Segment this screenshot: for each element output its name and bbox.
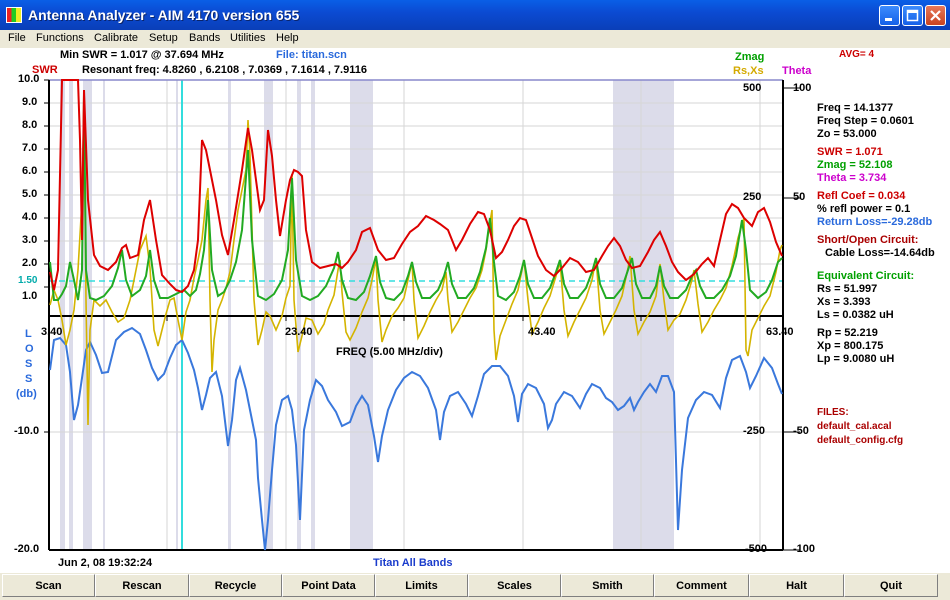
zmag-tick-label: 250 (743, 191, 762, 203)
avg-text: AVG= 4 (839, 49, 875, 60)
freq-step-readout: Freq Step = 0.0601 (817, 115, 914, 127)
scales-button[interactable]: Scales (468, 574, 561, 597)
freq-tick-label: 63.40 (766, 326, 794, 338)
resonant-freq-text: Resonant freq: 4.8260 , 6.2108 , 7.0369 … (82, 64, 367, 76)
swr-tick-label: 3.0 (22, 234, 38, 246)
menu-calibrate[interactable]: Calibrate (94, 32, 138, 44)
swr-tick-label: 2.0 (22, 257, 38, 269)
xp-readout: Xp = 800.175 (817, 340, 884, 352)
theta-tick-label: -100 (793, 543, 816, 555)
swr-tick-label: 8.0 (22, 119, 38, 131)
zmag-readout: Zmag = 52.108 (817, 159, 893, 171)
xs-readout: Xs = 3.393 (817, 296, 871, 308)
zmag-tick-label: 500 (743, 82, 762, 94)
menu-file[interactable]: File (8, 32, 26, 44)
loss-axis-letter: S (25, 373, 33, 385)
rsxs-legend: Rs,Xs (733, 65, 764, 77)
loss-axis-unit: (db) (16, 388, 37, 400)
point-data-button[interactable]: Point Data (282, 574, 375, 597)
menu-setup[interactable]: Setup (149, 32, 178, 44)
comment-button[interactable]: Comment (654, 574, 749, 597)
swr-limit-label: 1.50 (18, 275, 38, 286)
config-file-name: default_config.cfg (817, 435, 904, 446)
quit-button[interactable]: Quit (844, 574, 938, 597)
close-button[interactable] (925, 5, 946, 26)
band-name: Titan All Bands (373, 557, 453, 569)
freq-readout: Freq = 14.1377 (817, 102, 894, 114)
maximize-button[interactable] (902, 5, 923, 26)
theta-tick-label: 100 (793, 82, 812, 94)
swr-plot-canvas[interactable] (0, 48, 950, 573)
close-icon (930, 10, 941, 21)
equiv-circuit-heading: Equivalent Circuit: (817, 270, 915, 282)
button-bar: Scan Rescan Recycle Point Data Limits Sc… (0, 573, 950, 600)
return-loss-readout: Return Loss=-29.28db (817, 216, 933, 228)
zmag-tick-label: -500 (745, 543, 768, 555)
refl-coef-readout: Refl Coef = 0.034 (817, 190, 906, 202)
recycle-button[interactable]: Recycle (189, 574, 282, 597)
cal-file-name: default_cal.acal (817, 421, 892, 432)
minimize-icon (885, 18, 892, 21)
scan-date: Jun 2, 08 19:32:24 (58, 557, 153, 569)
menu-bands[interactable]: Bands (189, 32, 220, 44)
loss-tick-label: -10.0 (14, 425, 40, 437)
theta-legend: Theta (782, 65, 812, 77)
swr-readout: SWR = 1.071 (817, 146, 883, 158)
scan-button[interactable]: Scan (2, 574, 95, 597)
rp-readout: Rp = 52.219 (817, 327, 878, 339)
freq-tick-label: 3.40 (41, 326, 63, 338)
swr-tick-label: 4.0 (22, 211, 38, 223)
zo-readout: Zo = 53.000 (817, 128, 877, 140)
freq-axis-label: FREQ (5.00 MHz/div) (336, 346, 443, 358)
smith-button[interactable]: Smith (561, 574, 654, 597)
loss-tick-label: -20.0 (14, 543, 40, 555)
rescan-button[interactable]: Rescan (95, 574, 189, 597)
min-swr-text: Min SWR = 1.017 @ 37.694 MHz (60, 49, 224, 61)
rs-readout: Rs = 51.997 (817, 283, 878, 295)
halt-button[interactable]: Halt (749, 574, 844, 597)
theta-readout: Theta = 3.734 (817, 172, 887, 184)
plot-area: Min SWR = 1.017 @ 37.694 MHz File: titan… (0, 48, 950, 573)
swr-tick-label: 5.0 (22, 188, 38, 200)
freq-tick-label: 43.40 (528, 326, 556, 338)
swr-tick-label: 7.0 (22, 142, 38, 154)
refl-power-readout: % refl power = 0.1 (817, 203, 911, 215)
window-title: Antenna Analyzer - AIM 4170 version 655 (28, 7, 300, 23)
file-name-text: File: titan.scn (276, 49, 347, 61)
cable-loss-readout: Cable Loss=-14.64db (825, 247, 935, 259)
lp-readout: Lp = 9.0080 uH (817, 353, 895, 365)
title-bar: Antenna Analyzer - AIM 4170 version 655 (0, 0, 950, 30)
loss-axis-letter: L (25, 328, 32, 340)
loss-axis-letter: S (25, 358, 33, 370)
swr-tick-label: 1.0 (22, 290, 38, 302)
freq-tick-label: 23.40 (285, 326, 313, 338)
menu-bar: File Functions Calibrate Setup Bands Uti… (0, 30, 950, 48)
swr-tick-label: 9.0 (22, 96, 38, 108)
menu-help[interactable]: Help (276, 32, 299, 44)
files-heading: FILES: (817, 407, 849, 418)
zmag-legend: Zmag (735, 51, 765, 63)
menu-utilities[interactable]: Utilities (230, 32, 265, 44)
theta-tick-label: -50 (793, 425, 809, 437)
minimize-button[interactable] (879, 5, 900, 26)
loss-axis-letter: O (25, 343, 34, 355)
maximize-icon (906, 9, 919, 22)
app-icon[interactable] (6, 7, 22, 23)
ls-readout: Ls = 0.0382 uH (817, 309, 894, 321)
swr-tick-label: 6.0 (22, 165, 38, 177)
menu-functions[interactable]: Functions (36, 32, 84, 44)
zmag-tick-label: -250 (743, 425, 766, 437)
short-open-heading: Short/Open Circuit: (817, 234, 919, 246)
swr-tick-label: 10.0 (18, 73, 40, 85)
limits-button[interactable]: Limits (375, 574, 468, 597)
theta-tick-label: 50 (793, 191, 806, 203)
